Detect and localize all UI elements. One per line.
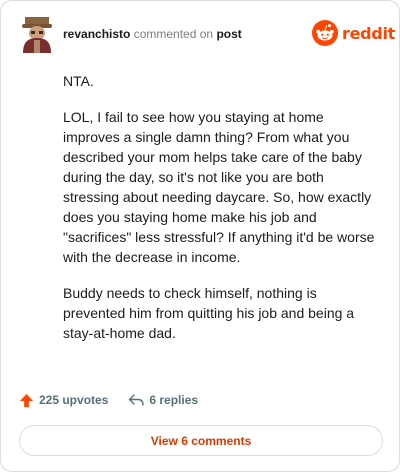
upvotes-stat[interactable]: 225 upvotes	[19, 393, 108, 408]
reddit-wordmark: reddit	[342, 23, 395, 43]
username-link[interactable]: revanchisto	[63, 27, 130, 41]
replies-count: 6 replies	[149, 393, 199, 407]
post-link[interactable]: post	[216, 27, 241, 41]
commented-on-text: commented on	[133, 27, 214, 41]
comment-paragraph: LOL, I fail to see how you staying at ho…	[63, 109, 375, 265]
comment-paragraph: NTA.	[63, 73, 94, 89]
replies-stat[interactable]: 6 replies	[128, 393, 198, 407]
reddit-snoo-icon	[312, 20, 338, 46]
comment-footer: 225 upvotes 6 replies	[19, 389, 198, 411]
comment-card: revanchisto commented on post reddit NTA…	[0, 0, 400, 472]
upvotes-count: 225 upvotes	[39, 393, 109, 407]
reply-arrow-icon[interactable]	[128, 393, 145, 407]
view-comments-button[interactable]: View 6 comments	[19, 425, 383, 456]
comment-header: revanchisto commented on post	[63, 27, 242, 41]
comment-paragraph: Buddy needs to check himself, nothing is…	[63, 285, 355, 341]
comment-body: NTA. LOL, I fail to see how you staying …	[63, 71, 381, 359]
user-avatar[interactable]	[19, 15, 55, 53]
reddit-logo[interactable]: reddit	[312, 20, 395, 46]
upvote-arrow-icon[interactable]	[19, 393, 34, 408]
